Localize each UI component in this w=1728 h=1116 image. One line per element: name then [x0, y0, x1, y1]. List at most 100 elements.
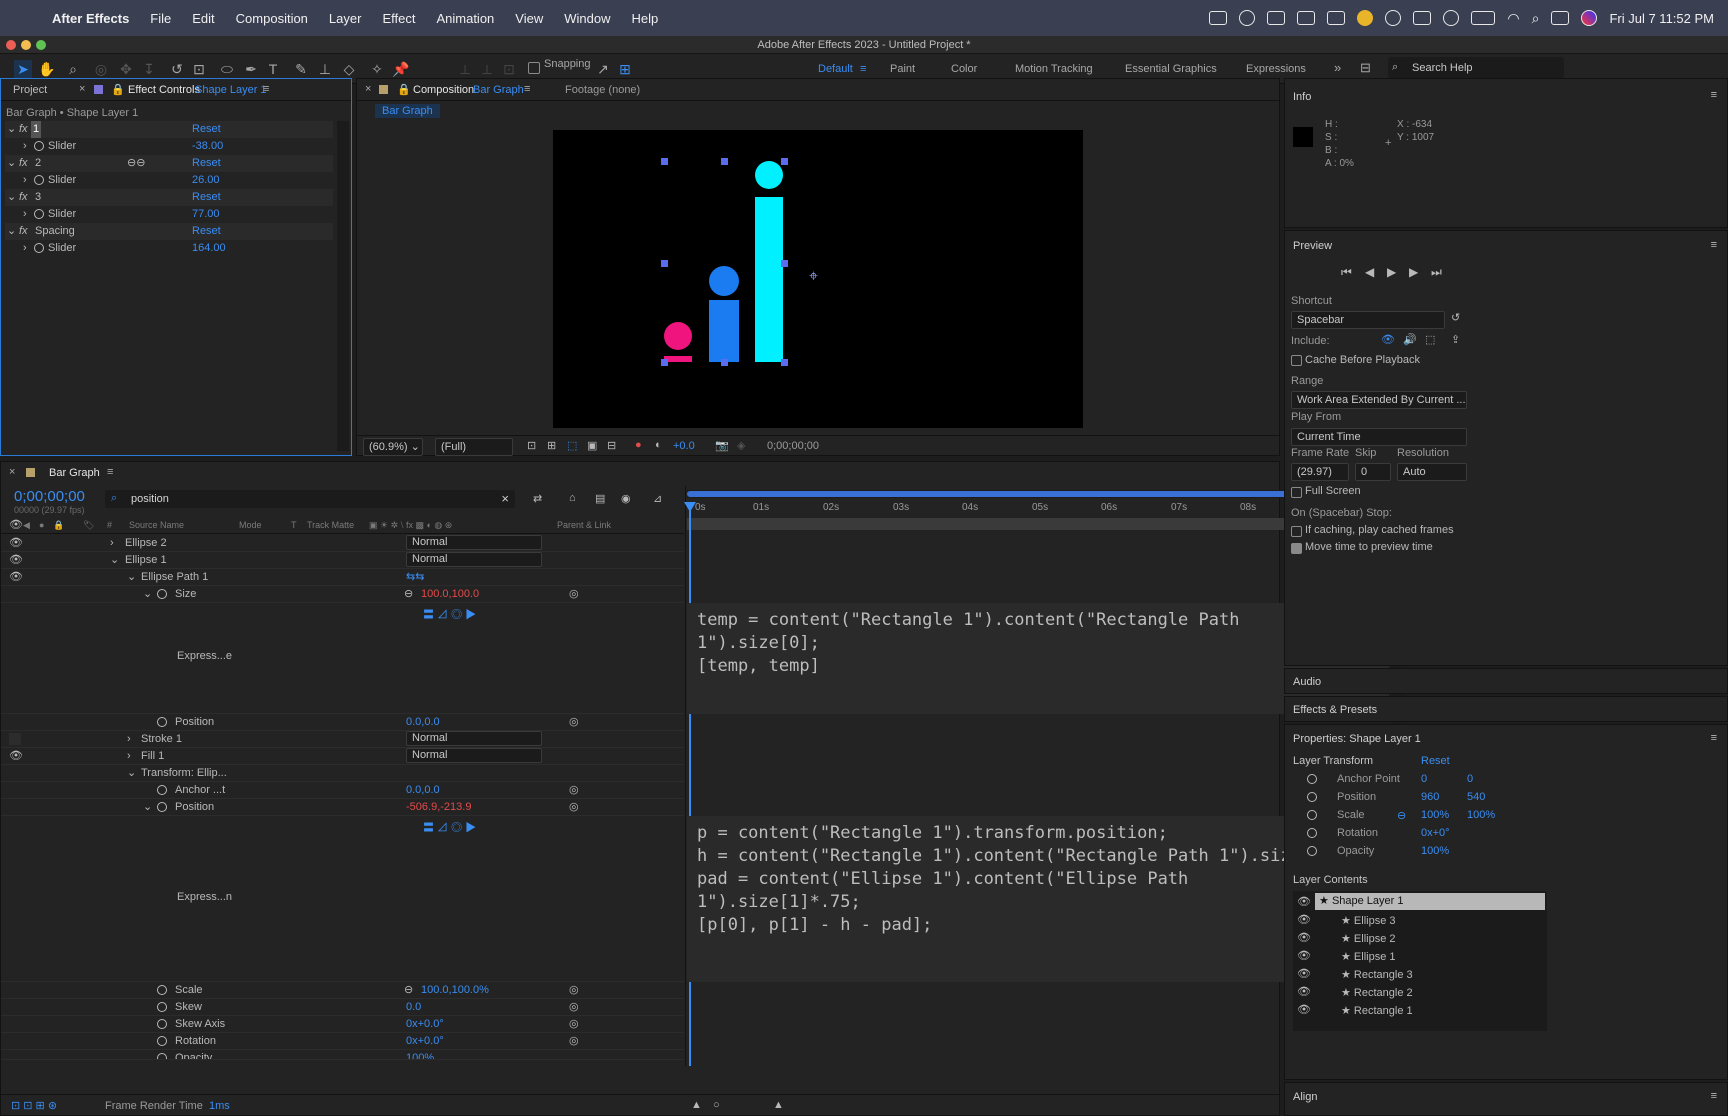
mask-toggle-icon[interactable]: ⬚ — [567, 439, 577, 452]
stopwatch-icon[interactable] — [157, 802, 167, 812]
expression-icons[interactable]: 〓 ⊿ ◎ ▶ — [423, 819, 476, 835]
creative-cloud-icon[interactable] — [1239, 10, 1256, 26]
snapshot-icon[interactable]: 📷 — [715, 439, 729, 452]
workspace-essential-graphics[interactable]: Essential Graphics — [1125, 63, 1217, 75]
tree-item-rectangle3[interactable]: ★ Rectangle 3 — [1341, 967, 1413, 984]
prev-frame-icon[interactable]: ◀ — [1365, 265, 1374, 279]
video-eye-icon[interactable]: 👁 — [9, 518, 23, 533]
bbox-handle[interactable] — [781, 158, 788, 165]
layer-row-ellipse1[interactable]: 👁 ⌄ Ellipse 1 Normal — [1, 552, 684, 569]
transparency-grid-icon[interactable]: ⊞ — [547, 439, 556, 452]
tab-composition[interactable]: Composition — [413, 84, 474, 96]
screen-icon[interactable] — [1209, 11, 1228, 25]
bbox-handle[interactable] — [661, 158, 668, 165]
menu-composition[interactable]: Composition — [236, 11, 308, 26]
dolly-tool-icon[interactable]: ↧ — [140, 60, 158, 78]
blend-mode-dropdown[interactable]: Normal — [406, 552, 542, 567]
bbox-handle[interactable] — [721, 158, 728, 165]
effect-row-1[interactable]: ⌄ fx 1 Reset — [5, 121, 333, 138]
scrollbar[interactable] — [337, 121, 349, 451]
ellipse-tool-icon[interactable]: ⬭ — [218, 60, 236, 78]
anchor-x[interactable]: 0 — [1421, 773, 1427, 785]
tree-item-ellipse1[interactable]: ★ Ellipse 1 — [1341, 949, 1396, 966]
position-y[interactable]: 540 — [1467, 791, 1485, 803]
tree-item-ellipse2[interactable]: ★ Ellipse 2 — [1341, 931, 1396, 948]
property-row-opacity[interactable]: Opacity 100% — [1, 1050, 684, 1060]
hand-tool-icon[interactable]: ✋ — [38, 60, 56, 78]
property-value[interactable]: 100.0,100.0% — [421, 982, 489, 998]
last-frame-icon[interactable]: ⏭ — [1431, 265, 1442, 280]
timeline-search-input[interactable]: ⌕ position × — [105, 490, 515, 508]
eye-icon[interactable]: 👁 — [1297, 967, 1311, 980]
stopwatch-icon[interactable] — [34, 141, 44, 151]
tab-footage[interactable]: Footage (none) — [565, 84, 640, 96]
range-dropdown[interactable]: Work Area Extended By Current ... — [1291, 391, 1467, 409]
expression-code[interactable]: p = content("Rectangle 1").transform.pos… — [697, 822, 1342, 937]
eraser-tool-icon[interactable]: ◇ — [340, 60, 358, 78]
lock-icon[interactable]: 🔒 — [53, 518, 64, 533]
comp-mini-flowchart-icon[interactable]: ⇄ — [533, 492, 542, 505]
include-audio-icon[interactable]: 🔊 — [1403, 333, 1417, 346]
exposure-value[interactable]: +0.0 — [673, 440, 695, 452]
camera-icon[interactable] — [1267, 11, 1286, 25]
full-screen-checkbox[interactable] — [1291, 487, 1302, 498]
stopwatch-icon[interactable] — [157, 1053, 167, 1059]
stopwatch-icon[interactable] — [34, 243, 44, 253]
path-direction-icon[interactable]: ⇆⇆ — [406, 569, 424, 585]
search-icon[interactable]: ⌕ — [1532, 10, 1540, 27]
menu-effect[interactable]: Effect — [382, 11, 415, 26]
stopwatch-icon[interactable] — [157, 1036, 167, 1046]
lock-icon[interactable]: 🔒 — [111, 83, 125, 96]
menu-edit[interactable]: Edit — [192, 11, 214, 26]
pickwhip-icon[interactable]: ◎ — [569, 586, 579, 602]
zoom-tool-icon[interactable]: ⌕ — [64, 60, 82, 78]
eye-icon[interactable]: 👁 — [9, 569, 23, 585]
reset-link[interactable]: Reset — [1421, 755, 1450, 767]
tab-effect-controls[interactable]: Effect Controls — [128, 84, 200, 96]
slider-value[interactable]: -38.00 — [192, 138, 223, 155]
dropbox-icon[interactable] — [1327, 11, 1346, 25]
tree-item-rectangle1[interactable]: ★ Rectangle 1 — [1341, 1003, 1413, 1020]
pickwhip-icon[interactable]: ◎ — [569, 714, 579, 730]
tree-item-rectangle2[interactable]: ★ Rectangle 2 — [1341, 985, 1413, 1002]
panel-menu-icon[interactable]: ≡ — [1711, 89, 1717, 101]
viewer-timecode[interactable]: 0;00;00;00 — [767, 440, 819, 452]
panel-menu-icon[interactable]: ≡ — [1711, 239, 1717, 251]
zoom-slider-handle[interactable]: ○ — [713, 1099, 720, 1111]
header-track-matte[interactable]: Track Matte — [307, 518, 354, 533]
menu-view[interactable]: View — [515, 11, 543, 26]
close-tab-icon[interactable]: × — [9, 466, 15, 478]
expression-icons[interactable]: 〓 ⊿ ◎ ▶ — [423, 606, 476, 622]
eye-icon[interactable]: 👁 — [1297, 949, 1311, 962]
effect-row-spacing[interactable]: ⌄ fx Spacing Reset — [5, 223, 333, 240]
bbox-handle[interactable] — [781, 260, 788, 267]
axis-local-icon[interactable]: ⟂ — [456, 60, 474, 78]
stopwatch-icon[interactable] — [1307, 792, 1317, 802]
effect-row-3[interactable]: ⌄ fx 3 Reset — [5, 189, 333, 206]
bbox-handle[interactable] — [661, 359, 668, 366]
snap-extend-icon[interactable]: ↗ — [594, 60, 612, 78]
menu-animation[interactable]: Animation — [436, 11, 494, 26]
scale-x[interactable]: 100% — [1421, 809, 1449, 821]
draft-3d-icon[interactable]: ⌂ — [569, 492, 576, 504]
panel-menu-icon[interactable]: ≡ — [107, 466, 113, 478]
link-icon[interactable]: ⊖ — [404, 982, 413, 998]
selection-tool-icon[interactable]: ➤ — [14, 60, 32, 78]
stopwatch-icon[interactable] — [157, 589, 167, 599]
pan-tool-icon[interactable]: ✥ — [117, 60, 135, 78]
menu-file[interactable]: File — [150, 11, 171, 26]
blend-mode-dropdown[interactable]: Normal — [406, 535, 542, 550]
tab-timeline[interactable]: Bar Graph — [49, 467, 100, 479]
workspace-color[interactable]: Color — [951, 63, 977, 75]
anchor-y[interactable]: 0 — [1467, 773, 1473, 785]
guides-icon[interactable]: ⊟ — [607, 439, 616, 452]
brush-tool-icon[interactable]: ✎ — [292, 60, 310, 78]
bbox-handle[interactable] — [781, 359, 788, 366]
pickwhip-icon[interactable]: ◎ — [569, 799, 579, 815]
link-icon[interactable]: ⊖⊖ — [127, 155, 145, 172]
more-workspaces-icon[interactable]: » — [1334, 60, 1341, 75]
channel-icon[interactable]: ● — [635, 439, 642, 451]
search-help-box[interactable]: ⌕ Search Help — [1388, 57, 1564, 79]
clear-search-icon[interactable]: × — [501, 491, 509, 506]
eye-icon[interactable]: 👁 — [9, 535, 23, 551]
